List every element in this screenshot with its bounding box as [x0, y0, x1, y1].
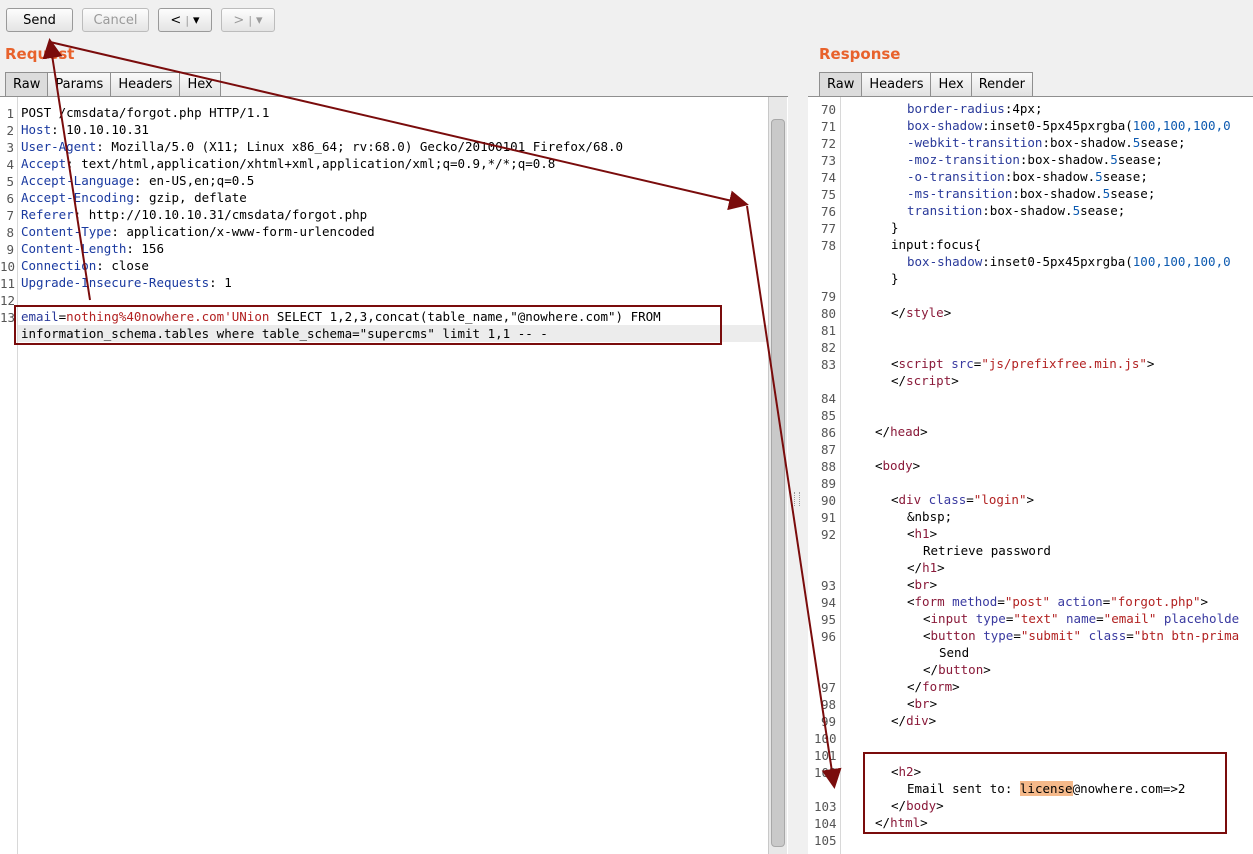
arrow-to-response	[49, 41, 749, 211]
annotation-arrows	[42, 38, 842, 789]
arrow-to-send	[42, 38, 91, 301]
arrow-to-result	[746, 205, 842, 789]
